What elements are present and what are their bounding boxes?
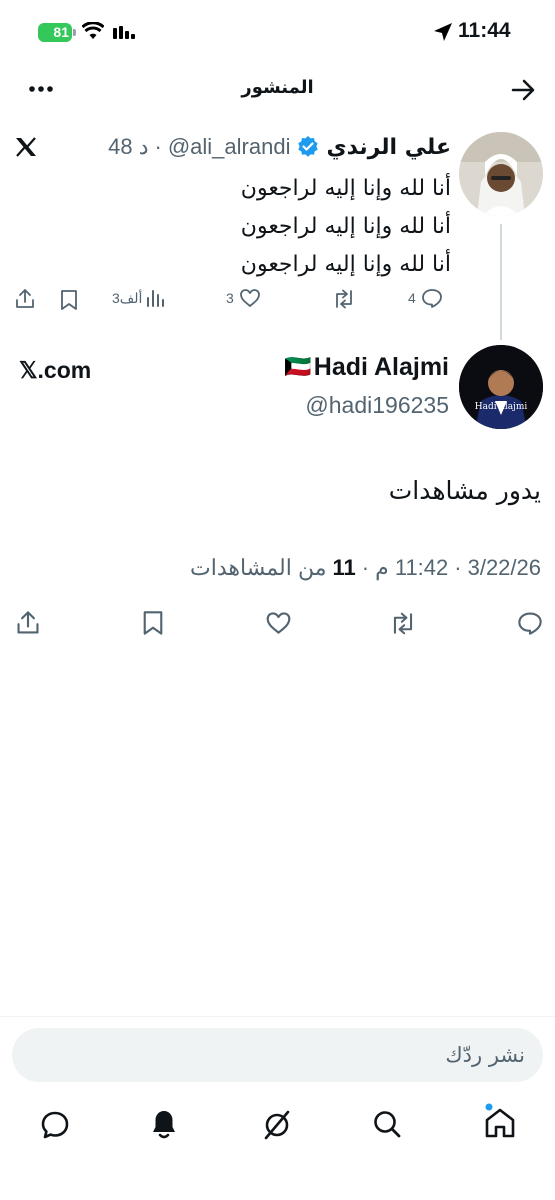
post-meta: 3/22/26 · 11:42 م · 11 من المشاهدات: [190, 555, 541, 581]
status-time: 11:44: [458, 19, 511, 42]
reply-input[interactable]: نشر ردّك: [12, 1028, 543, 1082]
page-title: المنشور: [241, 77, 314, 98]
quoted-like-action[interactable]: 3: [226, 288, 261, 308]
search-icon[interactable]: [372, 1109, 402, 1139]
views-count: 11: [332, 555, 356, 580]
like-icon: [239, 288, 261, 308]
post-line: أنا لله وإنا إليه لراجعون: [240, 214, 451, 239]
share-icon[interactable]: [15, 610, 41, 636]
author-name[interactable]: Hadi Alajmi: [314, 353, 449, 382]
back-arrow-icon[interactable]: [511, 78, 537, 102]
flag-icon: 🇰🇼: [284, 355, 312, 380]
messages-icon[interactable]: [40, 1110, 70, 1140]
divider: [0, 1016, 555, 1017]
quoted-post-header: علي الرندي @ali_alrandi · 48 د: [108, 134, 451, 160]
wifi-icon: [82, 22, 104, 40]
post-line: أنا لله وإنا إليه لراجعون: [240, 176, 451, 201]
bookmark-icon[interactable]: [141, 610, 165, 636]
main-author-name-row[interactable]: 🇰🇼 Hadi Alajmi: [284, 353, 449, 382]
quoted-views-action[interactable]: 3ألف: [112, 288, 165, 308]
reply-icon: [421, 288, 443, 308]
home-icon[interactable]: [483, 1102, 517, 1140]
post-line: أنا لله وإنا إليه لراجعون: [240, 252, 451, 277]
source-link[interactable]: 𝕏.com: [19, 357, 91, 384]
reply-icon[interactable]: [517, 611, 543, 635]
meta-separator: ·: [454, 555, 462, 580]
author-handle[interactable]: @ali_alrandi: [168, 134, 291, 160]
quoted-repost-action[interactable]: [332, 289, 356, 309]
post-time[interactable]: 11:42 م: [375, 555, 448, 581]
home-notification-dot: [485, 1103, 493, 1111]
location-arrow-icon: [433, 22, 453, 42]
views-icon: [145, 288, 165, 308]
battery-icon: 81: [38, 23, 72, 42]
avatar-hadi-alajmi[interactable]: Hadi alajmi: [459, 345, 543, 429]
avatar-ali-alrandi[interactable]: [459, 132, 543, 216]
verified-badge-icon: [296, 135, 320, 159]
like-icon[interactable]: [265, 611, 292, 635]
author-handle[interactable]: @hadi196235: [305, 392, 449, 419]
meta-separator: ·: [154, 134, 162, 159]
battery-level: 81: [53, 24, 69, 40]
thread-connector-line: [500, 224, 502, 340]
grok-icon[interactable]: [262, 1110, 292, 1140]
quoted-bookmark-action[interactable]: [59, 289, 79, 311]
notifications-icon[interactable]: [150, 1108, 178, 1140]
like-count: 3: [226, 290, 234, 306]
views-label: من المشاهدات: [190, 555, 327, 580]
post-age: 48 د: [108, 134, 149, 159]
post-text: يدور مشاهدات: [388, 476, 541, 505]
quoted-reply-action[interactable]: 4: [408, 288, 443, 308]
quoted-post-body: أنا لله وإنا إليه لراجعون أنا لله وإنا إ…: [31, 170, 451, 284]
avatar-caption: Hadi alajmi: [475, 402, 528, 412]
post-date[interactable]: 3/22/26: [468, 555, 541, 581]
repost-icon[interactable]: [389, 612, 417, 635]
author-name[interactable]: علي الرندي: [326, 135, 451, 160]
views-count: 3ألف: [112, 289, 143, 306]
reply-count: 4: [408, 290, 416, 306]
reply-placeholder: نشر ردّك: [445, 1043, 525, 1067]
battery-cap: [73, 29, 76, 36]
meta-separator: ·: [361, 555, 370, 580]
quoted-share-action[interactable]: [14, 288, 36, 310]
signal-icon: [113, 25, 137, 39]
x-logo-icon: [15, 137, 37, 157]
